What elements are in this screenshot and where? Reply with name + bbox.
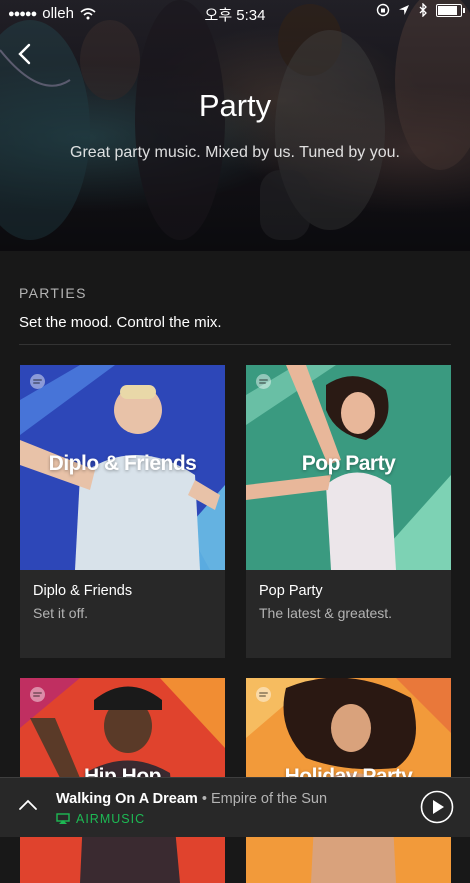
hero-header: ●●●●● olleh 오후 5:34 Party Great party mu… [0,0,470,251]
track-title: Walking On A Dream [56,791,198,807]
section-description: Set the mood. Control the mix. [19,314,222,331]
spotify-logo-icon [256,374,271,389]
playlist-card-diplo-friends[interactable]: Diplo & Friends Diplo & Friends Set it o… [20,365,225,658]
back-arrow-icon[interactable] [12,40,40,68]
spotify-logo-icon [30,374,45,389]
hero-shade [0,0,470,251]
battery-icon [436,3,465,17]
now-playing-track: Walking On A Dream • Empire of the Sun [56,791,327,807]
page-subtitle: Great party music. Mixed by us. Tuned by… [70,144,400,161]
playlist-card-pop-party[interactable]: Pop Party Pop Party The latest & greates… [246,365,451,658]
location-icon [399,5,409,15]
spotify-logo-icon [30,687,45,702]
playlist-cover: Pop Party [246,365,451,570]
chevron-up-icon[interactable] [18,798,38,812]
cover-title: Diplo & Friends [48,452,197,475]
card-description: Set it off. [33,605,88,621]
rotation-lock-icon [376,3,390,17]
bluetooth-icon [419,3,427,17]
play-button-icon[interactable] [420,790,454,824]
spotify-logo-icon [256,687,271,702]
card-title: Pop Party [259,583,323,599]
device-name: AIRMUSIC [76,812,146,826]
airplay-icon [56,813,70,824]
status-right [376,3,465,17]
playlist-cover: Diplo & Friends [20,365,225,570]
now-playing-bar[interactable]: Walking On A Dream • Empire of the Sun A… [0,777,470,837]
card-title: Diplo & Friends [33,583,133,599]
card-description: The latest & greatest. [259,605,393,621]
track-separator: • [197,791,211,807]
section-divider [19,344,451,345]
page-title: Party [198,88,272,123]
connected-device[interactable]: AIRMUSIC [56,812,145,826]
track-artist: Empire of the Sun [210,791,328,807]
cover-title: Pop Party [301,452,396,475]
status-bar: ●●●●● olleh 오후 5:34 [0,0,470,26]
section-label: PARTIES [19,285,87,301]
